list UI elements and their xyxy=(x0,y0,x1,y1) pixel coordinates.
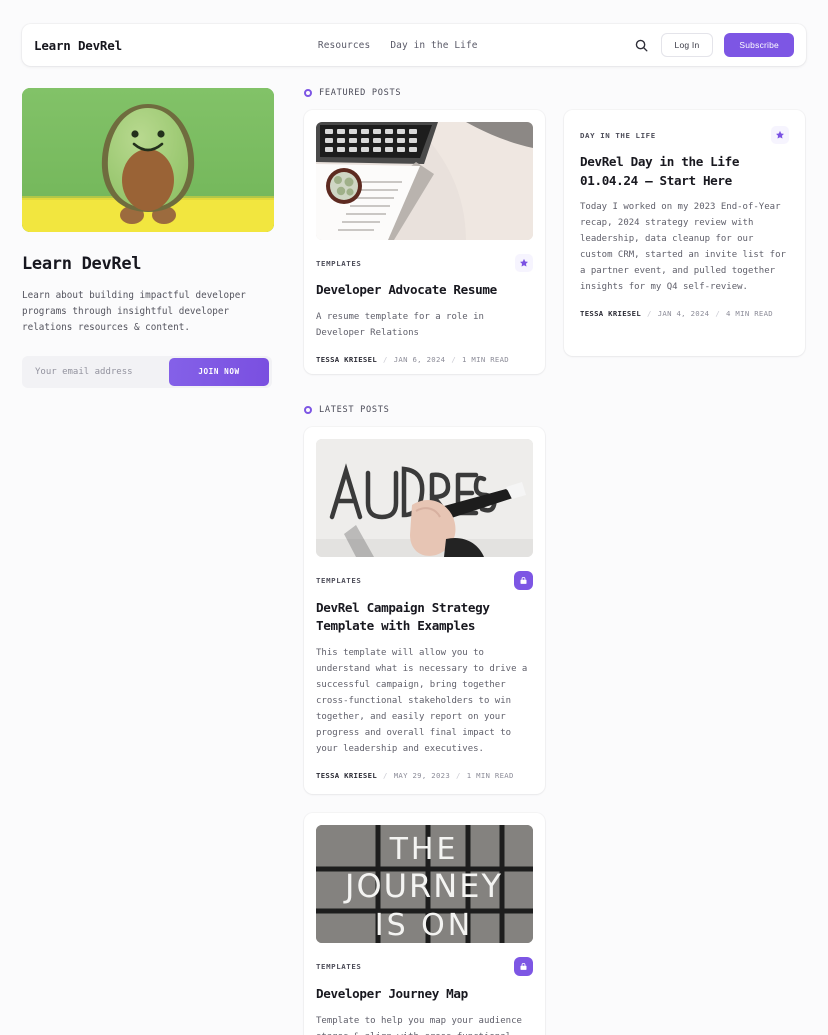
post-title[interactable]: DevRel Campaign Strategy Template with E… xyxy=(316,599,533,636)
svg-text:IS ON: IS ON xyxy=(375,908,473,943)
post-read-time: 1 MIN READ xyxy=(466,771,514,781)
lock-icon xyxy=(514,957,533,977)
post-read-time: 1 MIN READ xyxy=(462,354,509,364)
latest-post-card[interactable]: TEMPLATES DevRel Campaign Strategy Templ… xyxy=(304,426,545,795)
lock-icon xyxy=(514,570,533,590)
byline-separator: / xyxy=(383,771,388,781)
byline-separator: / xyxy=(715,309,721,319)
post-author: TESSA KRIESEL xyxy=(580,309,642,319)
post-category[interactable]: TEMPLATES xyxy=(316,259,361,268)
post-author: TESSA KRIESEL xyxy=(316,771,378,781)
header-actions: Log In Subscribe xyxy=(633,33,794,57)
latest-section-header: LATEST POSTS xyxy=(304,405,806,415)
post-excerpt: Template to help you map your audience s… xyxy=(316,1015,522,1035)
latest-post-card[interactable]: THE JOURNEY IS ON TEMPLATES Developer Jo… xyxy=(304,813,545,1035)
post-category[interactable]: DAY IN THE LIFE xyxy=(580,131,656,140)
post-category[interactable]: TEMPLATES xyxy=(316,576,361,585)
post-thumbnail-audience-whiteboard xyxy=(316,438,533,557)
nav-item-resources[interactable]: Resources xyxy=(318,40,370,51)
page-root: Learn DevRel Resources Day in the Life L… xyxy=(0,0,828,1035)
post-date: JAN 6, 2024 xyxy=(393,354,446,364)
post-thumbnail-journey-is-on: THE JOURNEY IS ON xyxy=(316,825,533,944)
svg-text:JOURNEY: JOURNEY xyxy=(343,867,503,905)
post-category[interactable]: TEMPLATES xyxy=(316,962,361,971)
post-meta-row: TEMPLATES xyxy=(316,570,533,590)
latest-column-left: TEMPLATES DevRel Campaign Strategy Templ… xyxy=(304,426,545,1035)
byline-separator: / xyxy=(456,771,461,781)
post-title[interactable]: Developer Advocate Resume xyxy=(316,281,533,300)
post-byline: TESSA KRIESEL / JAN 4, 2024 / 4 MIN READ xyxy=(580,309,789,318)
sidebar-description: Learn about building impactful developer… xyxy=(22,290,246,333)
hero-image-avocado xyxy=(22,88,274,232)
star-icon xyxy=(771,126,789,144)
post-read-time: 4 MIN READ xyxy=(726,309,773,319)
login-button[interactable]: Log In xyxy=(660,33,714,57)
post-date: JAN 4, 2024 xyxy=(657,309,710,319)
subscribe-button[interactable]: Subscribe xyxy=(724,33,794,57)
post-title[interactable]: DevRel Day in the Life 01.04.24 — Start … xyxy=(580,153,789,190)
post-meta-row: DAY IN THE LIFE xyxy=(580,126,789,144)
featured-post-card[interactable]: TEMPLATES Developer Advocate Resume A re… xyxy=(304,110,545,374)
latest-posts-section: LATEST POSTS TEMPLATES DevRel Campaign S… xyxy=(304,405,806,1035)
star-icon xyxy=(515,254,533,272)
post-byline: TESSA KRIESEL / JAN 6, 2024 / 1 MIN READ xyxy=(316,355,533,364)
nav-item-day-in-the-life[interactable]: Day in the Life xyxy=(390,40,477,51)
post-byline: TESSA KRIESEL / MAY 29, 2023 / 1 MIN REA… xyxy=(316,771,533,780)
byline-separator: / xyxy=(451,354,457,364)
byline-separator: / xyxy=(383,354,388,364)
post-date: MAY 29, 2023 xyxy=(393,771,451,781)
post-meta-row: TEMPLATES xyxy=(316,957,533,977)
site-header: Learn DevRel Resources Day in the Life L… xyxy=(22,24,806,66)
email-input[interactable] xyxy=(22,366,169,377)
featured-posts-row: TEMPLATES Developer Advocate Resume A re… xyxy=(304,110,806,374)
sidebar: Learn DevRel Learn about building impact… xyxy=(22,88,274,388)
site-brand[interactable]: Learn DevRel xyxy=(34,38,122,53)
featured-post-card[interactable]: DAY IN THE LIFE DevRel Day in the Life 0… xyxy=(564,110,805,356)
join-now-button[interactable]: JOIN NOW xyxy=(169,357,269,386)
search-icon[interactable] xyxy=(633,37,650,54)
sidebar-title: Learn DevRel xyxy=(22,254,142,274)
svg-text:THE: THE xyxy=(389,832,459,867)
post-excerpt: This template will allow you to understa… xyxy=(316,647,528,754)
post-author: TESSA KRIESEL xyxy=(316,354,378,364)
featured-section-label: FEATURED POSTS xyxy=(319,88,402,98)
circle-icon xyxy=(304,89,312,97)
byline-separator: / xyxy=(647,309,652,319)
post-meta-row: TEMPLATES xyxy=(316,254,533,272)
post-title[interactable]: Developer Journey Map xyxy=(316,985,533,1004)
latest-section-label: LATEST POSTS xyxy=(319,404,390,415)
post-excerpt: A resume template for a role in Develope… xyxy=(316,311,484,338)
latest-posts-grid: TEMPLATES DevRel Campaign Strategy Templ… xyxy=(304,426,806,1035)
primary-nav: Resources Day in the Life xyxy=(318,40,478,51)
post-thumbnail-laptop-resume xyxy=(316,122,533,240)
main-content: FEATURED POSTS TEMPLATES Developer Advoc… xyxy=(304,88,806,1035)
circle-icon xyxy=(304,405,312,414)
featured-section-header: FEATURED POSTS xyxy=(304,88,806,98)
newsletter-signup-form: JOIN NOW xyxy=(22,355,272,388)
post-excerpt: Today I worked on my 2023 End-of-Year re… xyxy=(580,202,786,293)
